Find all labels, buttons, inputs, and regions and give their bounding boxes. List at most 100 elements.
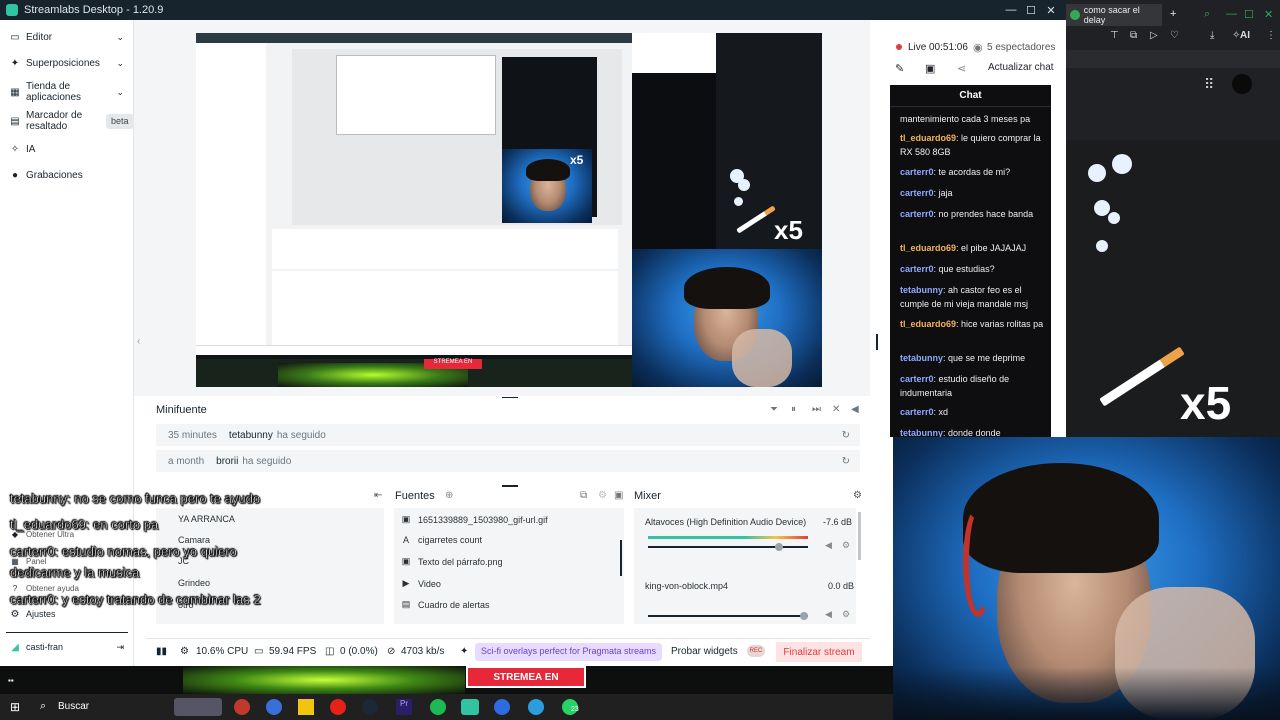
opera-icon[interactable]: [234, 699, 250, 715]
filter-icon[interactable]: ⏷: [770, 404, 778, 415]
refresh-chat-button[interactable]: Actualizar chat: [988, 62, 1054, 73]
source-item[interactable]: ▤ Cuadro de alertas: [400, 599, 490, 610]
close-button[interactable]: ✕: [1264, 8, 1273, 21]
source-folder-icon[interactable]: ⧉: [580, 490, 587, 501]
replay-icon[interactable]: ↻: [842, 456, 850, 467]
record-icon: ●: [11, 169, 19, 181]
avatar[interactable]: [1232, 74, 1252, 94]
spotify-icon[interactable]: [430, 699, 446, 715]
collapse-dock-icon[interactable]: ⇤: [374, 490, 382, 501]
source-settings-icon[interactable]: ⚙: [598, 490, 607, 501]
sidebar-item-grabaciones[interactable]: ● Grabaciones: [10, 168, 128, 182]
source-add-folder-icon[interactable]: ▣: [614, 490, 623, 501]
chat-username[interactable]: tetabunny: [900, 285, 943, 295]
volume-slider[interactable]: [648, 612, 808, 620]
folder-icon[interactable]: [298, 699, 314, 715]
app-icon[interactable]: [528, 699, 544, 715]
youtube-icon[interactable]: [330, 699, 346, 715]
sidebar-item-superposiciones[interactable]: ✦ Superposiciones ⌄: [10, 56, 128, 70]
play-icon[interactable]: ▷: [1150, 30, 1158, 41]
apps-grid-icon[interactable]: ⠿: [1204, 76, 1214, 93]
drag-handle[interactable]: [502, 485, 518, 487]
chat-username[interactable]: tl_eduardo69: [900, 133, 956, 143]
skip-icon[interactable]: ⏭: [812, 404, 821, 415]
copy-icon[interactable]: ⧉: [1130, 30, 1137, 41]
stream-preview[interactable]: x5 x5 STREMEA EN: [196, 33, 822, 387]
end-stream-button[interactable]: Finalizar stream: [776, 642, 862, 662]
collapse-left-icon[interactable]: ‹: [137, 336, 140, 347]
logout-icon[interactable]: ⇥: [116, 642, 124, 653]
new-tab-icon[interactable]: +: [1170, 8, 1176, 20]
maximize-button[interactable]: ☐: [1020, 0, 1042, 20]
scene-item[interactable]: Grindeo: [178, 578, 210, 588]
download-icon[interactable]: ⤓: [1210, 30, 1214, 41]
chat-username[interactable]: carterr0: [900, 188, 934, 198]
chat-username[interactable]: carterr0: [900, 209, 934, 219]
maximize-button[interactable]: ☐: [1244, 8, 1254, 21]
taskbar-search[interactable]: Buscar: [58, 701, 89, 712]
weather-widget-icon[interactable]: [174, 698, 222, 716]
stream-status-panel: Live 00:51:06 ◉ 5 espectadores ✎ ▣ ⋖ Act…: [870, 20, 1066, 86]
streamlabs-taskbar-icon[interactable]: [461, 699, 479, 715]
heart-icon[interactable]: ♡: [1170, 30, 1179, 41]
source-item[interactable]: Acigarretes count: [400, 535, 482, 545]
app-icon[interactable]: [494, 699, 510, 715]
edit-icon[interactable]: ✎: [895, 62, 904, 75]
steam-icon[interactable]: [362, 699, 378, 715]
browser-tab[interactable]: como sacar el delay: [1066, 4, 1162, 26]
cpu-usage: 10.6% CPU: [196, 646, 249, 657]
sidebar-item-ia[interactable]: ✧ IA: [10, 142, 128, 156]
pause-icon[interactable]: ⏸: [791, 404, 796, 415]
minimize-button[interactable]: —: [1000, 0, 1022, 20]
promo-banner[interactable]: Sci-fi overlays perfect for Pragmata str…: [475, 643, 663, 661]
rec-button[interactable]: REC: [747, 645, 765, 657]
user-account[interactable]: ◢ casti-fran ⇥: [10, 640, 128, 654]
chat-username[interactable]: tl_eduardo69: [900, 243, 956, 253]
volume-icon[interactable]: ◀: [851, 404, 859, 415]
source-item[interactable]: ▶ Video: [400, 578, 441, 589]
channel-settings-icon[interactable]: ⚙: [842, 540, 850, 551]
mute-alerts-icon[interactable]: ✕: [832, 404, 840, 415]
sidebar-item-marcador[interactable]: ▤ Marcador de resaltado beta: [10, 109, 134, 133]
chat-username[interactable]: tetabunny: [900, 353, 943, 363]
pin-icon[interactable]: ⊤: [1110, 30, 1119, 41]
speaker-icon[interactable]: ◀: [825, 540, 832, 551]
discord-icon[interactable]: [266, 699, 282, 715]
scrollbar[interactable]: [858, 512, 861, 560]
volume-slider-knob[interactable]: [775, 543, 784, 551]
windows-start-icon[interactable]: ⊞: [10, 700, 20, 714]
chat-username[interactable]: carterr0: [900, 264, 934, 274]
menu-icon[interactable]: ⋮: [1266, 30, 1276, 41]
close-button[interactable]: ✕: [1040, 0, 1062, 20]
minimize-button[interactable]: —: [1226, 8, 1237, 20]
chat-username[interactable]: carterr0: [900, 374, 934, 384]
sidebar-item-label: Grabaciones: [26, 169, 83, 181]
replay-icon[interactable]: ↻: [842, 430, 850, 441]
share-icon[interactable]: ⋖: [957, 62, 966, 75]
sidebar-item-settings[interactable]: ⚙ Ajustes: [10, 608, 128, 620]
scrollbar[interactable]: [620, 540, 622, 576]
chat-username[interactable]: carterr0: [900, 407, 934, 417]
chat-username[interactable]: tetabunny: [900, 428, 943, 437]
scene-item[interactable]: YA ARRANCA: [178, 514, 235, 524]
mixer-settings-icon[interactable]: ⚙: [853, 490, 862, 501]
search-icon[interactable]: ⌕: [1204, 8, 1210, 21]
chat-username[interactable]: carterr0: [900, 167, 934, 177]
volume-slider-knob[interactable]: [800, 612, 808, 620]
add-source-icon[interactable]: ⊕: [445, 490, 453, 501]
test-widgets-button[interactable]: Probar widgets: [671, 646, 738, 657]
source-item[interactable]: ▣ Texto del párrafo.png: [400, 556, 503, 567]
volume-slider[interactable]: [648, 543, 808, 551]
source-item[interactable]: ▣ 1651339889_1503980_gif-url.gif: [400, 514, 548, 525]
resize-handle[interactable]: [876, 334, 878, 350]
search-icon[interactable]: ⌕: [40, 700, 46, 713]
sidebar-item-editor[interactable]: ▭ Editor ⌄: [10, 30, 128, 44]
chat-username[interactable]: tl_eduardo69: [900, 319, 956, 329]
stats-icon[interactable]: ▮▮: [156, 646, 167, 657]
speaker-icon[interactable]: ◀: [825, 609, 832, 620]
channel-settings-icon[interactable]: ⚙: [842, 609, 850, 620]
megaphone-icon: ✦: [460, 646, 469, 657]
camera-icon[interactable]: ▣: [925, 62, 935, 75]
premiere-icon[interactable]: Pr: [396, 699, 412, 715]
sidebar-item-tienda[interactable]: ▦ Tienda de aplicaciones ⌄: [10, 80, 128, 104]
